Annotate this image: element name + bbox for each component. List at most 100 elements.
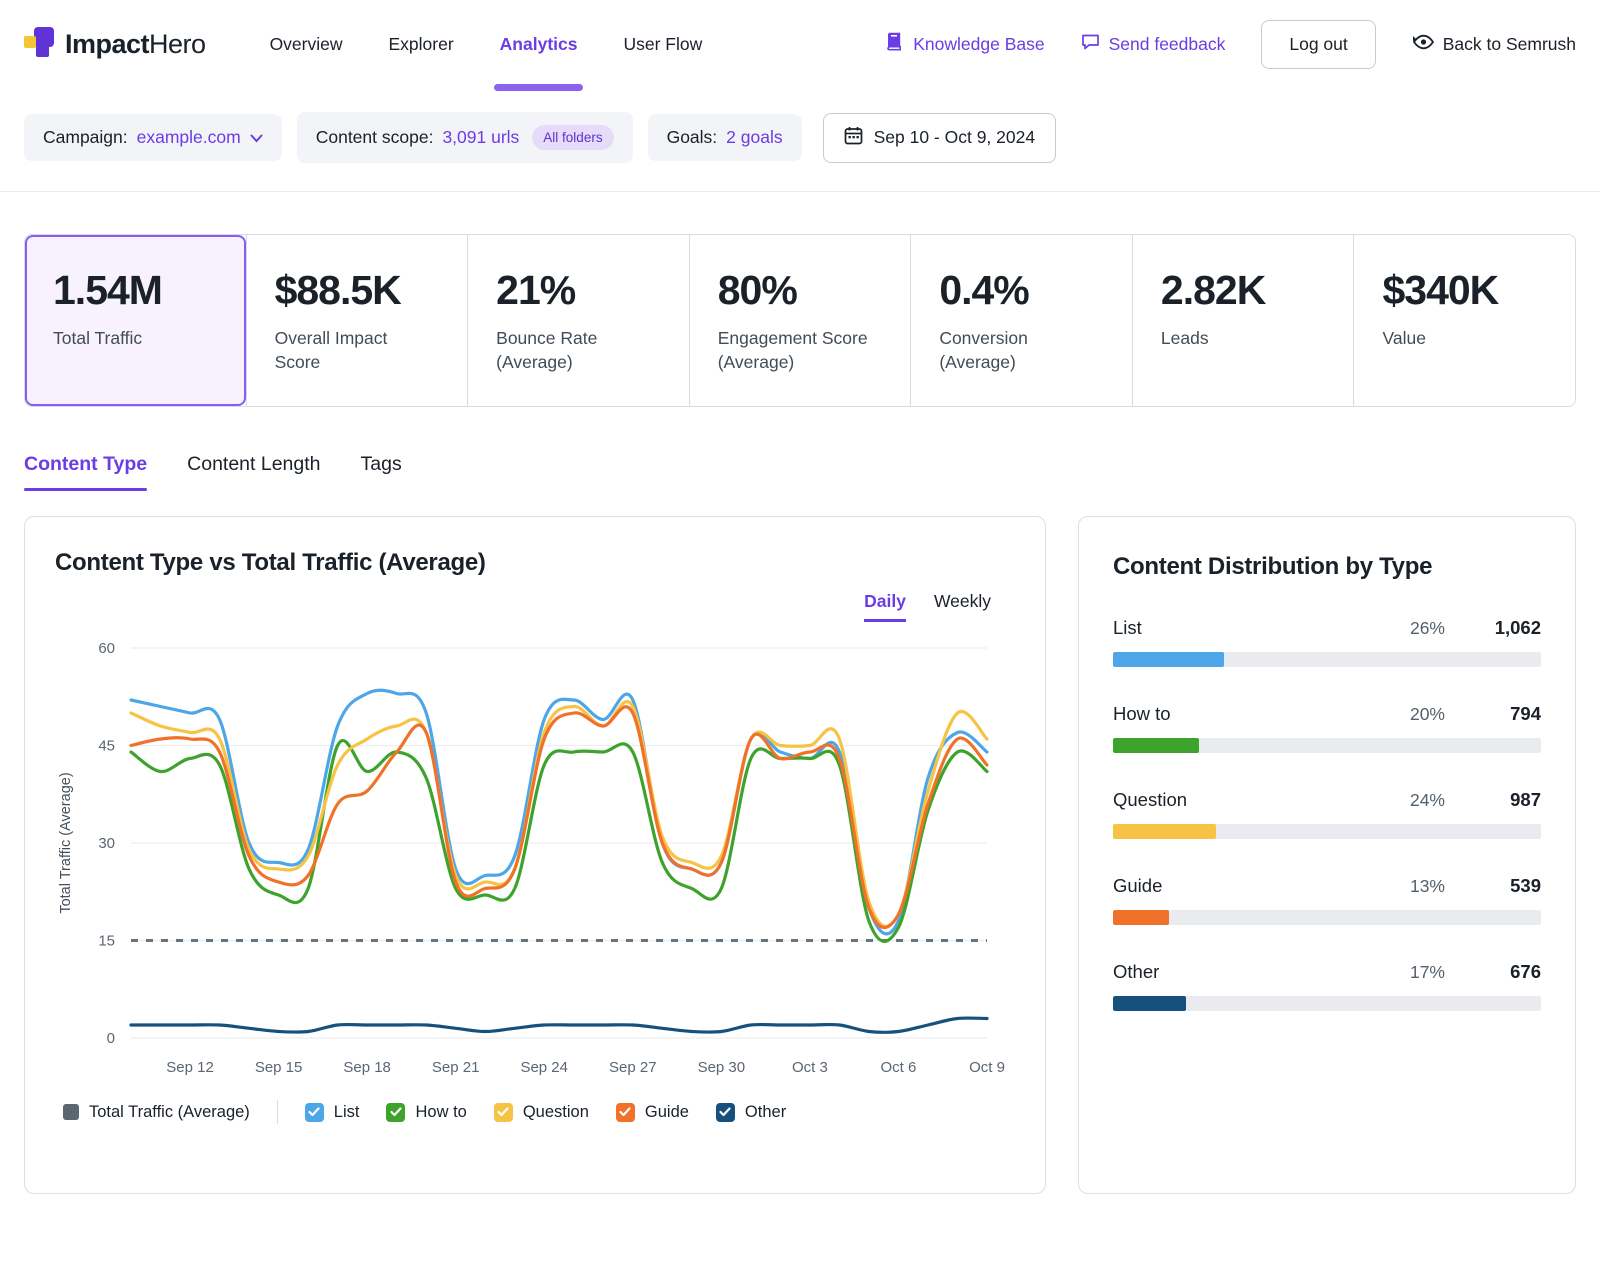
metric-label: Overall Impact Score [275,327,435,374]
back-to-semrush-label: Back to Semrush [1443,34,1576,55]
goals-selector[interactable]: Goals: 2 goals [648,114,802,161]
goals-label: Goals: [667,127,718,148]
content-scope-label: Content scope: [316,127,434,148]
checkbox-checked-icon[interactable] [716,1103,735,1122]
dist-bar-track [1113,910,1541,925]
svg-text:30: 30 [98,835,115,852]
dist-row-how-to: How to 20% 794 [1113,703,1541,753]
dist-bar-fill [1113,738,1199,753]
svg-text:Oct 6: Oct 6 [881,1059,917,1076]
nav-item-analytics[interactable]: Analytics [500,0,578,88]
metric-value-card[interactable]: $340K Value [1353,235,1575,406]
metrics-row: 1.54M Total Traffic $88.5K Overall Impac… [24,234,1576,407]
calendar-icon [844,126,863,150]
traffic-line-chart: 015304560Sep 12Sep 15Sep 18Sep 21Sep 24S… [55,626,1017,1084]
dist-percent: 17% [1410,962,1445,983]
date-range-picker[interactable]: Sep 10 - Oct 9, 2024 [823,113,1057,163]
dist-percent: 13% [1410,876,1445,897]
chart-legend: Total Traffic (Average) List How to Ques… [55,1100,1015,1124]
tab-content-type[interactable]: Content Type [24,453,147,491]
legend-guide[interactable]: Guide [616,1103,689,1122]
legend-divider [277,1100,278,1124]
metric-total-traffic[interactable]: 1.54M Total Traffic [25,235,246,406]
nav-item-explorer[interactable]: Explorer [389,0,454,88]
tab-content-length[interactable]: Content Length [187,453,320,491]
legend-question[interactable]: Question [494,1103,589,1122]
checkbox-checked-icon[interactable] [494,1103,513,1122]
tab-tags[interactable]: Tags [361,453,402,491]
metric-leads[interactable]: 2.82K Leads [1132,235,1354,406]
content-scope-selector[interactable]: Content scope: 3,091 urls All folders [297,112,633,163]
dist-bar-fill [1113,824,1216,839]
dist-bar-fill [1113,910,1169,925]
svg-text:Oct 9: Oct 9 [969,1059,1005,1076]
svg-text:Sep 12: Sep 12 [166,1059,214,1076]
metric-overall-impact-score[interactable]: $88.5K Overall Impact Score [246,235,468,406]
legend-label: Other [745,1103,786,1122]
impacthero-logo[interactable]: ImpactHero [24,27,206,62]
dist-bar-track [1113,652,1541,667]
dist-percent: 26% [1410,618,1445,639]
metric-bounce-rate[interactable]: 21% Bounce Rate (Average) [467,235,689,406]
campaign-value: example.com [137,127,241,148]
dist-row-guide: Guide 13% 539 [1113,875,1541,925]
dist-label: Guide [1113,875,1410,897]
content-type-vs-traffic-card: Content Type vs Total Traffic (Average) … [24,516,1046,1194]
legend-other[interactable]: Other [716,1103,786,1122]
metric-label: Bounce Rate (Average) [496,327,656,374]
svg-text:Sep 18: Sep 18 [343,1059,391,1076]
legend-label: Total Traffic (Average) [89,1103,250,1122]
dist-value: 539 [1485,875,1541,897]
campaign-label: Campaign: [43,127,128,148]
legend-label: List [334,1103,360,1122]
dist-label: How to [1113,703,1410,725]
metric-label: Conversion (Average) [939,327,1099,374]
knowledge-base-link[interactable]: Knowledge Base [885,32,1044,56]
distribution-title: Content Distribution by Type [1113,553,1541,581]
impacthero-logo-icon [24,27,54,62]
dist-label: Question [1113,789,1410,811]
send-feedback-label: Send feedback [1109,34,1226,55]
legend-label: Guide [645,1103,689,1122]
svg-text:Sep 24: Sep 24 [520,1059,568,1076]
dist-value: 676 [1485,961,1541,983]
dist-value: 1,062 [1485,617,1541,639]
dist-bar-fill [1113,652,1224,667]
legend-total-traffic: Total Traffic (Average) [63,1103,250,1122]
svg-text:0: 0 [107,1030,115,1047]
chat-bubble-icon [1081,32,1100,56]
svg-text:Total Traffic (Average): Total Traffic (Average) [58,773,74,914]
metric-value: 1.54M [53,267,218,314]
metric-label: Leads [1161,327,1321,351]
metric-label: Engagement Score (Average) [718,327,878,374]
dist-bar-fill [1113,996,1186,1011]
metric-value: 80% [718,267,883,314]
logout-button[interactable]: Log out [1261,20,1375,69]
dist-bar-track [1113,738,1541,753]
top-right-actions: Knowledge Base Send feedback Log out Bac… [885,20,1576,69]
date-range-value: Sep 10 - Oct 9, 2024 [874,127,1036,148]
dist-label: List [1113,617,1410,639]
nav-item-overview[interactable]: Overview [270,0,343,88]
checkbox-checked-icon[interactable] [616,1103,635,1122]
dist-row-list: List 26% 1,062 [1113,617,1541,667]
section-tabs: Content Type Content Length Tags [24,453,1576,492]
back-to-semrush-link[interactable]: Back to Semrush [1412,33,1576,56]
campaign-selector[interactable]: Campaign: example.com [24,114,282,161]
send-feedback-link[interactable]: Send feedback [1081,32,1226,56]
all-folders-badge: All folders [532,125,613,150]
metric-engagement-score[interactable]: 80% Engagement Score (Average) [689,235,911,406]
metric-conversion[interactable]: 0.4% Conversion (Average) [910,235,1132,406]
legend-list[interactable]: List [305,1103,360,1122]
dist-percent: 24% [1410,790,1445,811]
checkbox-checked-icon[interactable] [305,1103,324,1122]
toggle-daily[interactable]: Daily [864,591,906,622]
legend-label: Question [523,1103,589,1122]
toggle-weekly[interactable]: Weekly [934,591,991,622]
dist-label: Other [1113,961,1410,983]
checkbox-checked-icon[interactable] [386,1103,405,1122]
nav-item-user-flow[interactable]: User Flow [623,0,702,88]
svg-text:45: 45 [98,738,115,755]
legend-how-to[interactable]: How to [386,1103,466,1122]
svg-text:Oct 3: Oct 3 [792,1059,828,1076]
